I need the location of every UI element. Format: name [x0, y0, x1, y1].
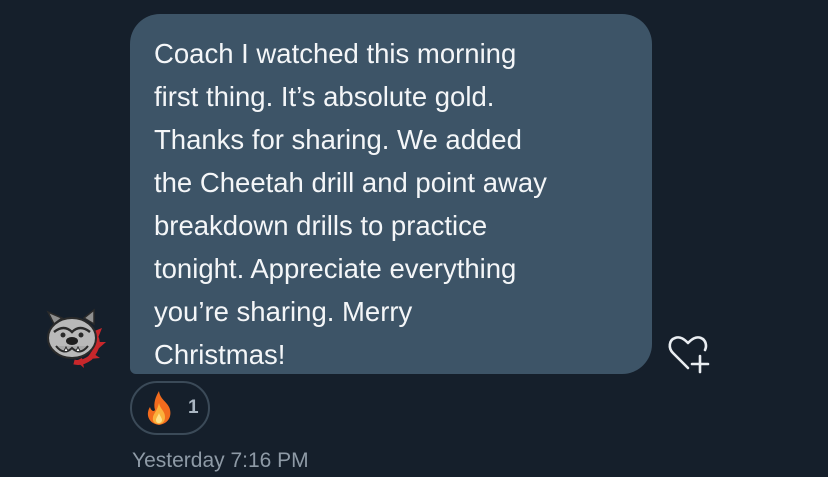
- message-bubble[interactable]: Coach I watched this morning first thing…: [130, 14, 652, 374]
- reaction-count: 1: [188, 397, 199, 418]
- bulldog-avatar-icon[interactable]: [42, 308, 110, 370]
- fire-icon: [147, 391, 171, 425]
- fire-reaction-pill[interactable]: 1: [130, 381, 210, 435]
- message-timestamp: Yesterday 7:16 PM: [132, 449, 309, 472]
- add-reaction-heart-plus-icon[interactable]: [664, 328, 712, 376]
- message-text: Coach I watched this morning first thing…: [154, 38, 547, 370]
